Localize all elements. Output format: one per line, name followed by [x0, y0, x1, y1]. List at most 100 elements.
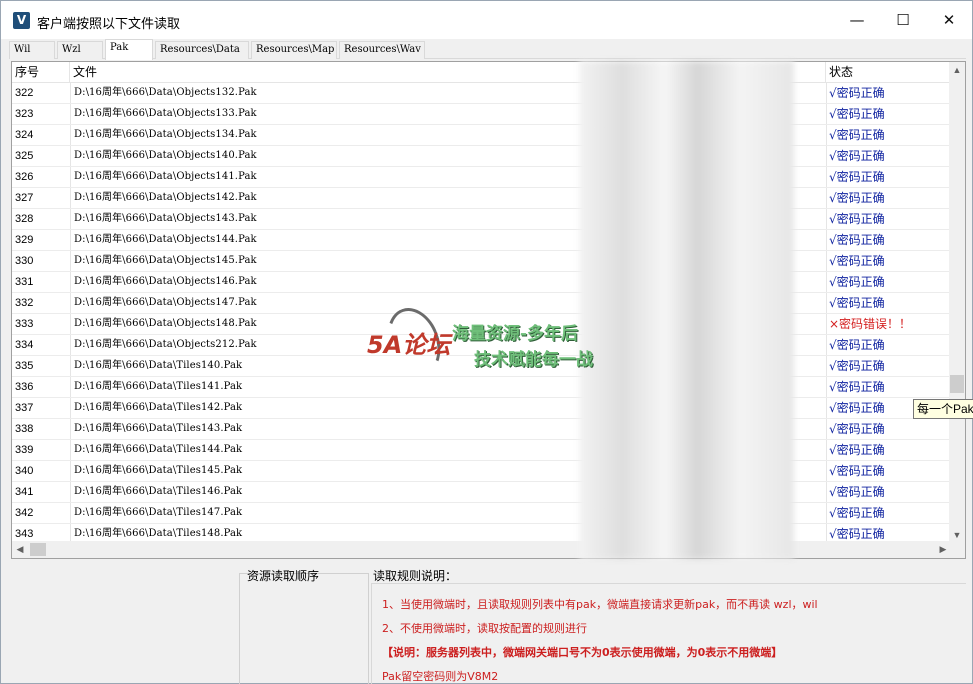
- row-seq: 337: [15, 402, 34, 414]
- row-status: √密码正确: [829, 233, 885, 247]
- table-row[interactable]: 327 D:\16周年\666\Data\Objects142.Pak √密码正确: [12, 188, 951, 209]
- scroll-up-icon[interactable]: ▲: [949, 62, 965, 78]
- tab-resources-data[interactable]: Resources\Data: [155, 41, 249, 59]
- title-bar[interactable]: V 客户端按照以下文件读取 — ☐ ✕: [1, 1, 972, 39]
- table-row[interactable]: 342 D:\16周年\666\Data\Tiles147.Pak √密码正确: [12, 503, 951, 524]
- tooltip: 每一个Pak: [913, 399, 973, 419]
- table-row[interactable]: 341 D:\16周年\666\Data\Tiles146.Pak √密码正确: [12, 482, 951, 503]
- row-status: √密码正确: [829, 485, 885, 499]
- row-status: √密码正确: [829, 464, 885, 478]
- row-seq: 322: [15, 87, 34, 99]
- row-status: √密码正确: [829, 506, 885, 520]
- row-seq: 341: [15, 486, 34, 498]
- rule-note: 【说明：服务器列表中，微端网关端口号不为0表示使用微端，为0表示不用微端】: [382, 646, 783, 659]
- table-row[interactable]: 331 D:\16周年\666\Data\Objects146.Pak √密码正确: [12, 272, 951, 293]
- row-seq: 326: [15, 171, 34, 183]
- row-status: √密码正确: [829, 443, 885, 457]
- rule-pak-password: Pak留空密码则为V8M2: [382, 670, 499, 683]
- row-seq: 324: [15, 129, 34, 141]
- horizontal-scroll-thumb[interactable]: [30, 543, 46, 556]
- scroll-left-icon[interactable]: ◀: [12, 541, 28, 558]
- resource-order-label: 资源读取顺序: [247, 569, 320, 583]
- tab-pak[interactable]: Pak: [105, 39, 153, 60]
- rules-box: 1、当使用微端时，且读取规则列表中有pak，微端直接请求更新pak，而不再读 w…: [371, 583, 966, 684]
- row-file-path: D:\16周年\666\Data\Objects133.Pak: [74, 108, 257, 119]
- rule-2: 2、不使用微端时，读取按配置的规则进行: [382, 622, 587, 635]
- row-file-path: D:\16周年\666\Data\Objects140.Pak: [74, 150, 257, 161]
- table-row[interactable]: 325 D:\16周年\666\Data\Objects140.Pak √密码正确: [12, 146, 951, 167]
- row-seq: 332: [15, 297, 34, 309]
- row-file-path: D:\16周年\666\Data\Tiles142.Pak: [74, 402, 243, 413]
- watermark-slogan-1: 海量资源-多年后: [452, 324, 579, 344]
- main-window: V 客户端按照以下文件读取 — ☐ ✕ Wil Wzl Pak Resource…: [0, 0, 973, 684]
- row-seq: 340: [15, 465, 34, 477]
- column-header-seq[interactable]: 序号: [12, 62, 70, 83]
- row-status: √密码正确: [829, 359, 885, 373]
- row-file-path: D:\16周年\666\Data\Tiles147.Pak: [74, 507, 243, 518]
- tab-resources-wav[interactable]: Resources\Wav: [339, 41, 425, 59]
- row-status: √密码正确: [829, 254, 885, 268]
- row-status: √密码正确: [829, 338, 885, 352]
- row-seq: 333: [15, 318, 34, 330]
- table-row[interactable]: 339 D:\16周年\666\Data\Tiles144.Pak √密码正确: [12, 440, 951, 461]
- vertical-scrollbar[interactable]: ▲ ▼: [949, 62, 965, 543]
- row-status: √密码正确: [829, 380, 885, 394]
- row-file-path: D:\16周年\666\Data\Tiles146.Pak: [74, 486, 243, 497]
- table-row[interactable]: 340 D:\16周年\666\Data\Tiles145.Pak √密码正确: [12, 461, 951, 482]
- table-row[interactable]: 322 D:\16周年\666\Data\Objects132.Pak √密码正确: [12, 83, 951, 104]
- rules-label: 读取规则说明：: [373, 569, 458, 583]
- resource-order-list[interactable]: [239, 573, 369, 684]
- tab-wzl[interactable]: Wzl: [57, 41, 103, 59]
- table-row[interactable]: 328 D:\16周年\666\Data\Objects143.Pak √密码正确: [12, 209, 951, 230]
- list-header: 序号 文件 状态: [12, 62, 951, 83]
- row-status: √密码正确: [829, 296, 885, 310]
- row-status: √密码正确: [829, 422, 885, 436]
- row-status: ×密码错误！！: [829, 317, 912, 331]
- row-seq: 327: [15, 192, 34, 204]
- watermark-slogan-2: 技术赋能每一战: [474, 350, 593, 370]
- table-row[interactable]: 323 D:\16周年\666\Data\Objects133.Pak √密码正确: [12, 104, 951, 125]
- maximize-button[interactable]: ☐: [880, 1, 926, 39]
- row-seq: 329: [15, 234, 34, 246]
- row-file-path: D:\16周年\666\Data\Objects144.Pak: [74, 234, 257, 245]
- row-file-path: D:\16周年\666\Data\Objects143.Pak: [74, 213, 257, 224]
- horizontal-scrollbar[interactable]: ◀ ▶: [12, 541, 965, 558]
- tab-resources-map[interactable]: Resources\Map: [251, 41, 337, 59]
- table-row[interactable]: 330 D:\16周年\666\Data\Objects145.Pak √密码正确: [12, 251, 951, 272]
- table-row[interactable]: 336 D:\16周年\666\Data\Tiles141.Pak √密码正确: [12, 377, 951, 398]
- scroll-right-icon[interactable]: ▶: [935, 541, 951, 558]
- row-seq: 335: [15, 360, 34, 372]
- row-status: √密码正确: [829, 128, 885, 142]
- vertical-scroll-thumb[interactable]: [950, 375, 964, 393]
- row-file-path: D:\16周年\666\Data\Objects142.Pak: [74, 192, 257, 203]
- minimize-button[interactable]: —: [834, 1, 880, 39]
- table-row[interactable]: 326 D:\16周年\666\Data\Objects141.Pak √密码正确: [12, 167, 951, 188]
- row-seq: 334: [15, 339, 34, 351]
- row-file-path: D:\16周年\666\Data\Tiles143.Pak: [74, 423, 243, 434]
- row-status: √密码正确: [829, 191, 885, 205]
- row-seq: 336: [15, 381, 34, 393]
- row-file-path: D:\16周年\666\Data\Tiles144.Pak: [74, 444, 243, 455]
- watermark-logo: 5A论坛: [367, 331, 451, 359]
- row-seq: 339: [15, 444, 34, 456]
- table-row[interactable]: 337 D:\16周年\666\Data\Tiles142.Pak √密码正确: [12, 398, 951, 419]
- row-status: √密码正确: [829, 149, 885, 163]
- row-file-path: D:\16周年\666\Data\Objects132.Pak: [74, 87, 257, 98]
- row-file-path: D:\16周年\666\Data\Objects146.Pak: [74, 276, 257, 287]
- table-row[interactable]: 329 D:\16周年\666\Data\Objects144.Pak √密码正确: [12, 230, 951, 251]
- row-status: √密码正确: [829, 170, 885, 184]
- row-file-path: D:\16周年\666\Data\Objects134.Pak: [74, 129, 257, 140]
- window-title: 客户端按照以下文件读取: [37, 17, 181, 32]
- row-file-path: D:\16周年\666\Data\Tiles141.Pak: [74, 381, 243, 392]
- table-row[interactable]: 324 D:\16周年\666\Data\Objects134.Pak √密码正确: [12, 125, 951, 146]
- close-button[interactable]: ✕: [926, 1, 972, 39]
- row-seq: 325: [15, 150, 34, 162]
- column-header-status[interactable]: 状态: [826, 62, 951, 83]
- tab-wil[interactable]: Wil: [9, 41, 55, 59]
- row-status: √密码正确: [829, 212, 885, 226]
- row-status: √密码正确: [829, 107, 885, 121]
- app-v-icon: V: [13, 12, 30, 29]
- table-row[interactable]: 338 D:\16周年\666\Data\Tiles143.Pak √密码正确: [12, 419, 951, 440]
- bottom-panel: 资源读取顺序 读取规则说明： 1、当使用微端时，且读取规则列表中有pak，微端直…: [11, 561, 966, 684]
- row-seq: 342: [15, 507, 34, 519]
